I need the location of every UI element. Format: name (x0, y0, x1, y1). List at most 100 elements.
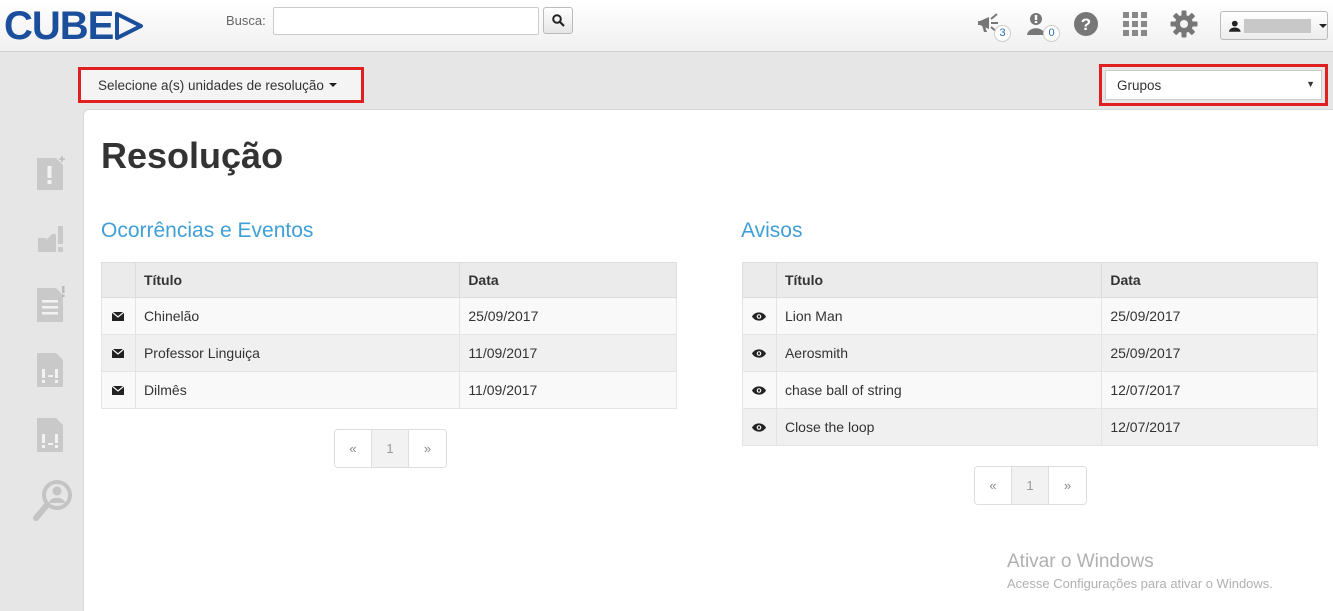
occurrences-table: Título Data Chinelão 25/09/2017 Professo… (101, 262, 677, 409)
logo-text: CUBE (4, 3, 114, 48)
table-header-date[interactable]: Data (459, 262, 677, 298)
search-label: Busca: (226, 13, 266, 28)
row-title[interactable]: Close the loop (775, 408, 1103, 446)
chevron-down-icon (1319, 23, 1327, 28)
eye-icon (752, 386, 767, 395)
settings-button[interactable] (1169, 9, 1199, 39)
top-bar: CUBE Busca: 3 0 ? (0, 0, 1333, 52)
pagination-next[interactable]: » (409, 430, 446, 467)
row-icon-cell[interactable] (742, 334, 777, 372)
row-date: 25/09/2017 (1101, 334, 1318, 372)
row-title[interactable]: chase ball of string (775, 371, 1103, 409)
pagination-prev[interactable]: « (975, 467, 1012, 504)
envelope-icon (112, 348, 125, 358)
new-occurrence-icon (37, 156, 65, 190)
table-header-row: Título Data (742, 262, 1318, 298)
sidebar-item-documents[interactable] (32, 284, 72, 324)
resolution-unit-dropdown[interactable]: Selecione a(s) unidades de resolução (78, 67, 364, 103)
row-title[interactable]: Lion Man (775, 297, 1103, 335)
search-user-icon (33, 480, 72, 521)
cube-logo[interactable]: CUBE (4, 3, 144, 48)
page-title: Resolução (101, 135, 284, 176)
row-icon-cell[interactable] (742, 297, 777, 335)
megaphone-count-badge: 3 (994, 25, 1011, 42)
occurrence-icon (38, 226, 63, 252)
table-header-title[interactable]: Título (134, 262, 461, 298)
play-arrow-icon (115, 12, 144, 40)
sidebar-item-reports[interactable] (32, 349, 72, 389)
sidebar-item-search-user[interactable] (32, 478, 72, 521)
table-row[interactable]: chase ball of string 12/07/2017 (742, 371, 1318, 409)
apps-button[interactable] (1120, 9, 1150, 39)
select-arrow-icon: ▼ (1306, 79, 1315, 89)
megaphone-button[interactable]: 3 (975, 9, 1011, 42)
row-icon-cell[interactable] (101, 297, 136, 335)
groups-select[interactable]: Grupos ▼ (1099, 64, 1328, 106)
notices-table: Título Data Lion Man 25/09/2017 Aerosmit… (742, 262, 1318, 446)
pagination-page[interactable]: 1 (372, 430, 409, 467)
pagination-prev[interactable]: « (335, 430, 372, 467)
gear-icon (1170, 10, 1198, 38)
row-icon-cell[interactable] (101, 371, 136, 409)
row-title[interactable]: Dilmês (134, 371, 461, 409)
pagination-next[interactable]: » (1049, 467, 1086, 504)
envelope-icon (112, 385, 125, 395)
search-button[interactable] (543, 7, 573, 34)
windows-activation-subtitle: Acesse Configurações para ativar o Windo… (1007, 576, 1273, 591)
user-name-redacted (1243, 18, 1311, 33)
table-row[interactable]: Dilmês 11/09/2017 (101, 371, 677, 409)
report-alt-icon (37, 418, 63, 452)
row-date: 12/07/2017 (1101, 408, 1318, 446)
sidebar-item-occurrences[interactable] (32, 220, 72, 260)
svg-text:?: ? (1081, 15, 1091, 34)
row-title[interactable]: Professor Linguiça (134, 334, 461, 372)
row-date: 11/09/2017 (459, 334, 677, 372)
table-row[interactable]: Chinelão 25/09/2017 (101, 297, 677, 335)
sidebar-item-new-occurrence[interactable] (32, 152, 72, 192)
table-row[interactable]: Aerosmith 25/09/2017 (742, 334, 1318, 372)
help-button[interactable]: ? (1071, 9, 1101, 39)
row-date: 11/09/2017 (459, 371, 677, 409)
windows-activation-title: Ativar o Windows (1007, 551, 1154, 572)
table-row[interactable]: Close the loop 12/07/2017 (742, 408, 1318, 446)
caret-down-icon (328, 83, 337, 87)
row-date: 25/09/2017 (459, 297, 677, 335)
envelope-icon (112, 311, 125, 321)
table-header-icon (742, 262, 777, 298)
table-header-row: Título Data (101, 262, 677, 298)
groups-select-box[interactable]: Grupos ▼ (1105, 70, 1322, 100)
user-menu-button[interactable] (1220, 11, 1328, 40)
table-row[interactable]: Lion Man 25/09/2017 (742, 297, 1318, 335)
apps-grid-icon (1123, 12, 1147, 36)
occurrences-section-title[interactable]: Ocorrências e Eventos (101, 219, 313, 243)
eye-icon (752, 349, 767, 358)
alert-count-badge: 0 (1043, 25, 1060, 42)
row-date: 25/09/2017 (1101, 297, 1318, 335)
pagination-page[interactable]: 1 (1012, 467, 1049, 504)
report-icon (37, 353, 63, 387)
occurrences-pagination: « 1 » (334, 429, 447, 468)
eye-icon (752, 312, 767, 321)
notices-pagination: « 1 » (974, 466, 1087, 505)
row-title[interactable]: Chinelão (134, 297, 461, 335)
table-header-date[interactable]: Data (1101, 262, 1318, 298)
row-icon-cell[interactable] (742, 408, 777, 446)
row-title[interactable]: Aerosmith (775, 334, 1103, 372)
sidebar-item-reports-alt[interactable] (32, 414, 72, 454)
notices-section-title[interactable]: Avisos (741, 219, 802, 243)
row-icon-cell[interactable] (742, 371, 777, 409)
table-header-title[interactable]: Título (775, 262, 1103, 298)
row-icon-cell[interactable] (101, 334, 136, 372)
document-alert-icon (37, 286, 65, 322)
groups-select-value: Grupos (1117, 77, 1162, 93)
user-icon (1229, 20, 1241, 32)
search-icon (551, 14, 565, 27)
help-icon: ? (1074, 12, 1098, 36)
row-date: 12/07/2017 (1101, 371, 1318, 409)
table-row[interactable]: Professor Linguiça 11/09/2017 (101, 334, 677, 372)
resolution-unit-dropdown-label: Selecione a(s) unidades de resolução (98, 77, 324, 93)
search-input[interactable] (273, 7, 539, 35)
eye-icon (752, 423, 767, 432)
alert-user-button[interactable]: 0 (1024, 9, 1060, 42)
table-header-icon (101, 262, 136, 298)
